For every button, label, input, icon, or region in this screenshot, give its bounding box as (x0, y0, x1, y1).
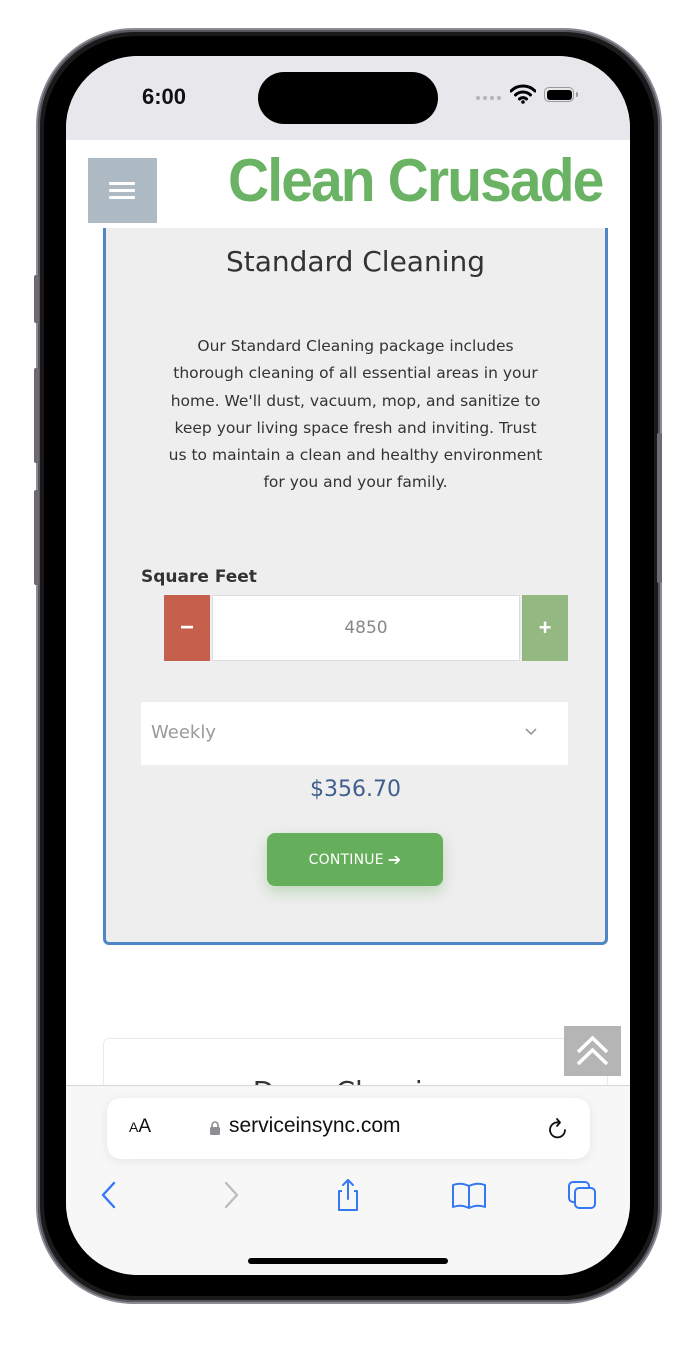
increase-square-feet-button[interactable]: + (522, 595, 568, 661)
share-icon[interactable] (332, 1178, 364, 1212)
browser-toolbar: AA serviceinsync.com (66, 1085, 630, 1275)
square-feet-label: Square Feet (141, 567, 257, 587)
price-display: $356.70 (310, 777, 401, 802)
site-logo[interactable]: Clean Crusade (228, 146, 604, 215)
double-chevron-up-icon (576, 1035, 609, 1066)
continue-button[interactable]: CONTINUE ➔ (267, 833, 443, 886)
volume-down-button (34, 490, 39, 585)
hamburger-icon (109, 182, 135, 185)
arrow-right-icon: ➔ (387, 850, 402, 869)
decrease-square-feet-button[interactable]: − (164, 595, 210, 661)
home-indicator[interactable] (248, 1258, 448, 1264)
service-title: Standard Cleaning (225, 245, 486, 278)
forward-icon[interactable] (214, 1178, 246, 1212)
site-header: Clean Crusade (66, 140, 630, 229)
service-card-standard[interactable]: Standard Cleaning Our Standard Cleaning … (103, 228, 608, 945)
status-bar: 6:00 (66, 56, 630, 140)
phone-screen: 6:00 Clean Crusade Standard Cleaning Our… (66, 56, 630, 1275)
battery-icon (544, 87, 574, 102)
power-button (657, 433, 662, 583)
hamburger-icon-bar (109, 196, 135, 199)
hamburger-icon-bar (109, 189, 135, 192)
frequency-selected-value: Weekly (151, 722, 216, 743)
page-content: Standard Cleaning Our Standard Cleaning … (66, 228, 630, 1085)
continue-label: CONTINUE (308, 851, 384, 868)
cellular-signal-icon (476, 96, 501, 100)
text-size-button[interactable]: AA (129, 1116, 151, 1138)
reload-icon[interactable] (547, 1116, 571, 1142)
service-description: Our Standard Cleaning package includes t… (168, 337, 543, 492)
menu-button[interactable] (88, 158, 157, 223)
url-text: serviceinsync.com (229, 1114, 401, 1137)
bookmarks-icon[interactable] (450, 1178, 488, 1212)
square-feet-input[interactable] (212, 595, 520, 661)
frequency-select[interactable]: Weekly (141, 702, 568, 765)
battery-cap (576, 92, 578, 97)
back-icon[interactable] (94, 1178, 126, 1212)
chevron-down-icon (525, 728, 537, 736)
wifi-icon (510, 84, 536, 104)
tabs-icon[interactable] (566, 1178, 598, 1212)
service-title: Deep Cleaning (104, 1075, 607, 1085)
status-time: 6:00 (142, 84, 187, 109)
address-bar[interactable]: AA serviceinsync.com (107, 1098, 590, 1159)
service-card-deep[interactable]: Deep Cleaning (103, 1038, 608, 1085)
action-button (34, 275, 39, 323)
lock-icon (210, 1121, 220, 1135)
volume-up-button (34, 368, 39, 463)
scroll-to-top-button[interactable] (564, 1026, 621, 1076)
dynamic-island (258, 72, 438, 124)
